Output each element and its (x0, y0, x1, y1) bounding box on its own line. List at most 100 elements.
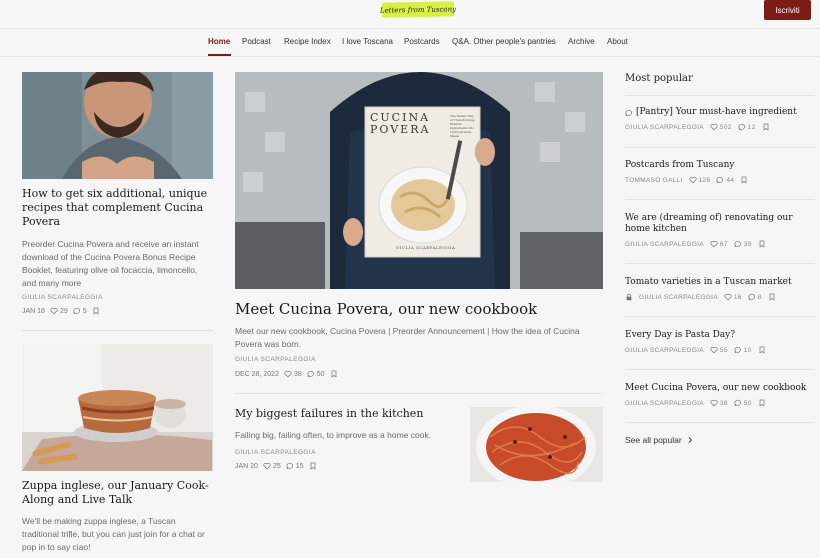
popular-item[interactable]: We are (dreaming of) renovating our home… (625, 213, 815, 235)
bookmark-icon[interactable] (758, 240, 766, 248)
divider (625, 95, 815, 96)
post-stats: JAN 20 25 15 (235, 462, 317, 470)
subscribe-button[interactable]: Iscriviti (764, 0, 811, 20)
nav-item-i-love-toscana[interactable]: I love Toscana (342, 37, 393, 46)
comment-icon (716, 176, 724, 184)
nav-item-postcards[interactable]: Postcards (404, 37, 440, 46)
bookmark-icon[interactable] (768, 293, 776, 301)
bookmark-icon[interactable] (758, 346, 766, 354)
comment-button[interactable]: 10 (734, 346, 752, 354)
featured-description: Meet our new cookbook, Cucina Povera | P… (235, 326, 580, 349)
see-all-label: See all popular (625, 435, 682, 445)
like-button[interactable]: 25 (263, 462, 281, 470)
like-count: 38 (293, 370, 302, 378)
like-button[interactable]: 55 (710, 346, 728, 354)
book-author: GIULIA SCARPALEGGIA (396, 245, 456, 250)
popular-item-meta: GIULIA SCARPALEGGIA 502 12 (625, 123, 770, 131)
popular-item[interactable]: Postcards from Tuscany (625, 160, 815, 171)
comment-button[interactable]: 5 (73, 307, 87, 315)
comment-button[interactable]: 44 (716, 176, 734, 184)
comment-count: 15 (295, 462, 304, 470)
popular-item-author[interactable]: TOMMASO GALLI (625, 177, 683, 184)
popular-item-meta: GIULIA SCARPALEGGIA 16 8 (625, 293, 776, 301)
heart-icon (710, 399, 718, 407)
like-count: 67 (719, 240, 728, 248)
popular-item[interactable]: Meet Cucina Povera, our new cookbook (625, 383, 815, 394)
like-button[interactable]: 38 (710, 399, 728, 407)
popular-item[interactable]: [Pantry] Your must-have ingredient (625, 107, 815, 118)
comment-icon (73, 307, 81, 315)
post-author[interactable]: GIULIA SCARPALEGGIA (235, 449, 316, 456)
bookmark-icon[interactable] (92, 307, 100, 315)
divider (625, 199, 815, 200)
post-description: Preorder Cucina Povera and receive an in… (22, 239, 199, 288)
nav-item-about[interactable]: About (607, 37, 628, 46)
nav-item-podcast[interactable]: Podcast (242, 37, 271, 46)
like-count: 38 (719, 399, 728, 407)
post-title[interactable]: How to get six additional, unique recipe… (22, 187, 212, 229)
comment-button[interactable]: 50 (307, 370, 325, 378)
post-image-chef[interactable] (22, 72, 213, 179)
like-button[interactable]: 502 (710, 123, 732, 131)
comment-button[interactable]: 50 (734, 399, 752, 407)
comment-icon (738, 123, 746, 131)
popular-item-meta: GIULIA SCARPALEGGIA 67 39 (625, 240, 766, 248)
comment-icon (286, 462, 294, 470)
comment-button[interactable]: 8 (748, 293, 762, 301)
nav-item-archive[interactable]: Archive (568, 37, 595, 46)
heart-icon (710, 240, 718, 248)
divider (625, 369, 815, 370)
comment-count: 5 (82, 307, 87, 315)
like-button[interactable]: 38 (284, 370, 302, 378)
like-count: 502 (719, 123, 732, 131)
comment-icon (734, 240, 742, 248)
post-author[interactable]: GIULIA SCARPALEGGIA (22, 294, 103, 301)
post-description: Failing big, failing often, to improve a… (235, 430, 432, 440)
popular-item[interactable]: Every Day is Pasta Day? (625, 330, 815, 341)
popular-item-author[interactable]: GIULIA SCARPALEGGIA (625, 347, 704, 354)
post-image-zuppa[interactable] (22, 344, 213, 471)
bookmark-icon[interactable] (762, 123, 770, 131)
heart-icon (710, 123, 718, 131)
divider (625, 422, 815, 423)
comment-count: 39 (743, 240, 752, 248)
popular-item-meta: TOMMASO GALLI 126 44 (625, 176, 748, 184)
like-button[interactable]: 29 (50, 307, 68, 315)
comment-icon (734, 346, 742, 354)
heart-icon (724, 293, 732, 301)
like-button[interactable]: 67 (710, 240, 728, 248)
divider (625, 316, 815, 317)
comment-icon (307, 370, 315, 378)
bookmark-icon[interactable] (758, 399, 766, 407)
chevron-right-icon (688, 437, 692, 443)
bookmark-icon[interactable] (309, 462, 317, 470)
divider (235, 393, 603, 394)
like-button[interactable]: 16 (724, 293, 742, 301)
popular-item-author[interactable]: GIULIA SCARPALEGGIA (639, 294, 718, 301)
see-all-popular-link[interactable]: See all popular (625, 435, 694, 445)
comment-button[interactable]: 12 (738, 123, 756, 131)
comment-button[interactable]: 39 (734, 240, 752, 248)
featured-image-cookbook[interactable]: CUCINA POVERA The Italian Way of Transfo… (235, 72, 603, 289)
post-image-spaghetti[interactable] (470, 407, 603, 482)
bookmark-icon[interactable] (330, 370, 338, 378)
nav-item-recipe-index[interactable]: Recipe Index (284, 37, 331, 46)
like-button[interactable]: 126 (689, 176, 711, 184)
popular-item-meta: GIULIA SCARPALEGGIA 38 50 (625, 399, 766, 407)
post-title[interactable]: My biggest failures in the kitchen (235, 407, 460, 421)
nav-item-qa[interactable]: Q&A. Other people's pantries (452, 37, 556, 46)
popular-item-author[interactable]: GIULIA SCARPALEGGIA (625, 241, 704, 248)
like-count: 29 (59, 307, 68, 315)
featured-author[interactable]: GIULIA SCARPALEGGIA (235, 356, 316, 363)
popular-item[interactable]: Tomato varieties in a Tuscan market (625, 277, 815, 288)
popular-item-author[interactable]: GIULIA SCARPALEGGIA (625, 124, 704, 131)
nav-item-home[interactable]: Home (208, 37, 230, 46)
comment-icon (748, 293, 756, 301)
bookmark-icon[interactable] (740, 176, 748, 184)
popular-item-author[interactable]: GIULIA SCARPALEGGIA (625, 400, 704, 407)
featured-title[interactable]: Meet Cucina Povera, our new cookbook (235, 300, 603, 318)
site-logo[interactable]: Letters from Tuscany (380, 1, 456, 18)
nav-divider (0, 56, 820, 57)
post-title[interactable]: Zuppa inglese, our January Cook-Along an… (22, 479, 212, 507)
comment-button[interactable]: 15 (286, 462, 304, 470)
